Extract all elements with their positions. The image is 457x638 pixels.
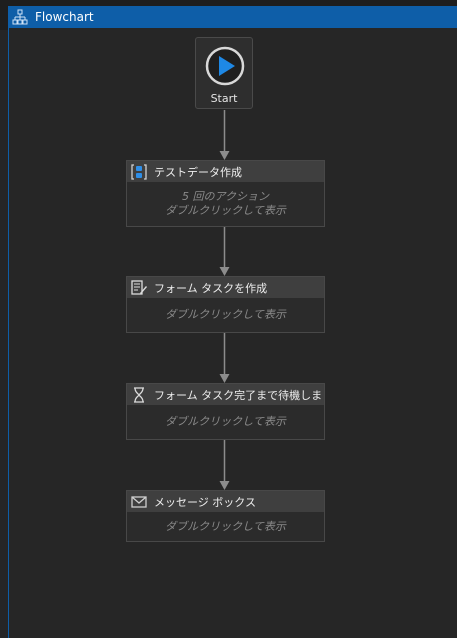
- node-message-box[interactable]: メッセージ ボックス ダブルクリックして表示: [126, 490, 325, 542]
- envelope-icon: [130, 493, 148, 511]
- arrowhead-1: [219, 151, 230, 160]
- double-click-hint: ダブルクリックして表示: [165, 308, 286, 321]
- node-body: ダブルクリックして表示: [127, 512, 324, 541]
- arrowhead-2: [219, 267, 230, 276]
- start-label: Start: [210, 92, 238, 105]
- arrowhead-4: [219, 481, 230, 490]
- start-node[interactable]: Start: [195, 37, 253, 109]
- node-header: フォーム タスクを作成: [127, 277, 324, 298]
- node-title: フォーム タスクを作成: [154, 281, 268, 295]
- variable-icon: [130, 163, 148, 181]
- double-click-hint: ダブルクリックして表示: [165, 519, 286, 533]
- node-body: ダブルクリックして表示: [127, 405, 324, 439]
- double-click-hint: ダブルクリックして表示: [165, 204, 286, 217]
- play-icon: [205, 46, 245, 86]
- node-body: ダブルクリックして表示: [127, 298, 324, 332]
- node-title: テストデータ作成: [154, 165, 242, 179]
- node-header: フォーム タスク完了まで待機しま: [127, 384, 324, 405]
- hourglass-icon: [130, 386, 148, 404]
- node-wait-form-task[interactable]: フォーム タスク完了まで待機しま ダブルクリックして表示: [126, 383, 325, 440]
- action-count-text: 5 回のアクション: [182, 190, 269, 203]
- create-task-icon: [130, 279, 148, 297]
- node-body: 5 回のアクション ダブルクリックして表示: [127, 182, 324, 226]
- node-header: テストデータ作成: [127, 161, 324, 182]
- node-title: フォーム タスク完了まで待機しま: [154, 388, 323, 402]
- node-header: メッセージ ボックス: [127, 491, 324, 512]
- double-click-hint: ダブルクリックして表示: [165, 415, 286, 428]
- node-create-form-task[interactable]: フォーム タスクを作成 ダブルクリックして表示: [126, 276, 325, 333]
- arrowhead-3: [219, 374, 230, 383]
- node-create-test-data[interactable]: テストデータ作成 5 回のアクション ダブルクリックして表示: [126, 160, 325, 227]
- node-title: メッセージ ボックス: [154, 495, 256, 509]
